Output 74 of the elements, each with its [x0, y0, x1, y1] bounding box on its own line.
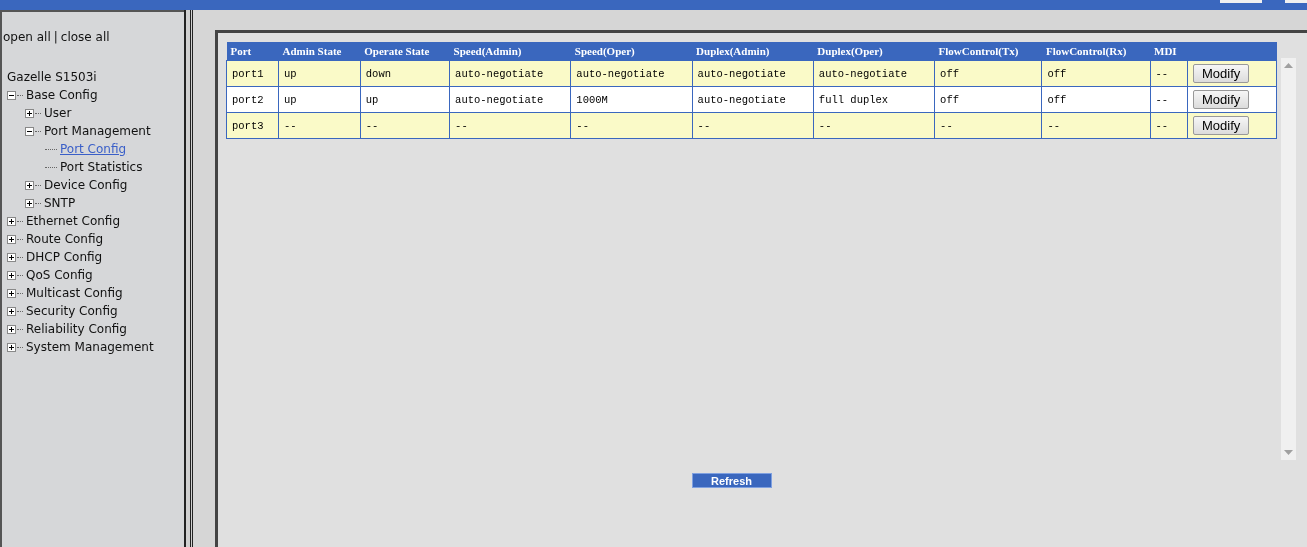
tree-item[interactable]: SNTP [44, 196, 76, 210]
column-header: Operate State [360, 42, 450, 61]
expand-icon[interactable] [7, 306, 16, 316]
close-all-link[interactable]: close all [60, 30, 110, 44]
tree-item[interactable]: DHCP Config [26, 250, 103, 264]
tree-item[interactable]: Ethernet Config [26, 214, 120, 228]
column-header: FlowControl(Tx) [934, 42, 1042, 61]
modify-button[interactable]: Modify [1193, 90, 1250, 109]
table-cell: auto-negotiate [692, 86, 814, 113]
expand-icon[interactable] [25, 108, 34, 118]
table-cell: -- [934, 112, 1042, 139]
tree-link[interactable]: Port Config [60, 142, 127, 156]
table-cell: up [278, 60, 361, 87]
table-cell: off [1041, 60, 1151, 87]
tree-item[interactable]: Security Config [26, 304, 118, 318]
column-header: Admin State [278, 42, 361, 61]
column-header: FlowControl(Rx) [1041, 42, 1151, 61]
table-cell: -- [449, 112, 571, 139]
table-cell: -- [278, 112, 361, 139]
tree-item[interactable]: User [44, 106, 72, 120]
table-cell: auto-negotiate [449, 60, 571, 87]
column-header: Duplex(Oper) [813, 42, 935, 61]
expand-icon[interactable] [25, 180, 34, 190]
table-cell: up [278, 86, 361, 113]
column-header: Speed(Admin) [449, 42, 571, 61]
column-header: Port [226, 42, 279, 61]
table-cell: off [934, 60, 1042, 87]
separator: | [53, 30, 58, 44]
table-cell: auto-negotiate [570, 60, 693, 87]
expand-icon[interactable] [7, 234, 16, 244]
tree-item[interactable]: Multicast Config [26, 286, 123, 300]
table-cell: -- [1150, 60, 1188, 87]
collapse-icon[interactable] [25, 126, 34, 136]
tree-item[interactable]: Device Config [44, 178, 128, 192]
column-header: Speed(Oper) [570, 42, 693, 61]
expand-icon[interactable] [7, 252, 16, 262]
table-cell: -- [692, 112, 814, 139]
table-cell: full duplex [813, 86, 935, 113]
table-cell: off [1041, 86, 1151, 113]
table-cell: port3 [226, 112, 279, 139]
tree-item[interactable]: QoS Config [26, 268, 93, 282]
open-all-link[interactable]: open all [3, 30, 51, 44]
tree-item[interactable]: Base Config [26, 88, 98, 102]
collapse-icon[interactable] [7, 90, 16, 100]
expand-icon[interactable] [25, 198, 34, 208]
table-cell: auto-negotiate [692, 60, 814, 87]
tree-item[interactable]: Route Config [26, 232, 104, 246]
refresh-button[interactable]: Refresh [691, 473, 772, 488]
expand-icon[interactable] [7, 216, 16, 226]
table-cell: -- [813, 112, 935, 139]
table-cell: -- [360, 112, 450, 139]
tree-item[interactable]: Gazelle S1503i [7, 70, 97, 84]
column-header: MDI [1150, 42, 1188, 61]
expand-icon[interactable] [7, 324, 16, 334]
modify-button[interactable]: Modify [1193, 116, 1250, 135]
table-cell: auto-negotiate [449, 86, 571, 113]
tree-item[interactable]: Port Management [44, 124, 151, 138]
table-cell: down [360, 60, 450, 87]
column-header: Duplex(Admin) [692, 42, 814, 61]
expand-icon[interactable] [7, 288, 16, 298]
table-cell: port1 [226, 60, 279, 87]
table-cell: up [360, 86, 450, 113]
table-cell: port2 [226, 86, 279, 113]
table-cell: 1000M [570, 86, 693, 113]
tree-item[interactable]: System Management [26, 340, 154, 354]
expand-icon[interactable] [7, 342, 16, 352]
expand-icon[interactable] [7, 270, 16, 280]
modify-button[interactable]: Modify [1193, 64, 1250, 83]
tree-item[interactable]: Reliability Config [26, 322, 127, 336]
tree-link[interactable]: Port Statistics [60, 160, 143, 174]
table-cell: -- [570, 112, 693, 139]
table-cell: off [934, 86, 1042, 113]
table-cell: auto-negotiate [813, 60, 935, 87]
table-cell: -- [1041, 112, 1151, 139]
